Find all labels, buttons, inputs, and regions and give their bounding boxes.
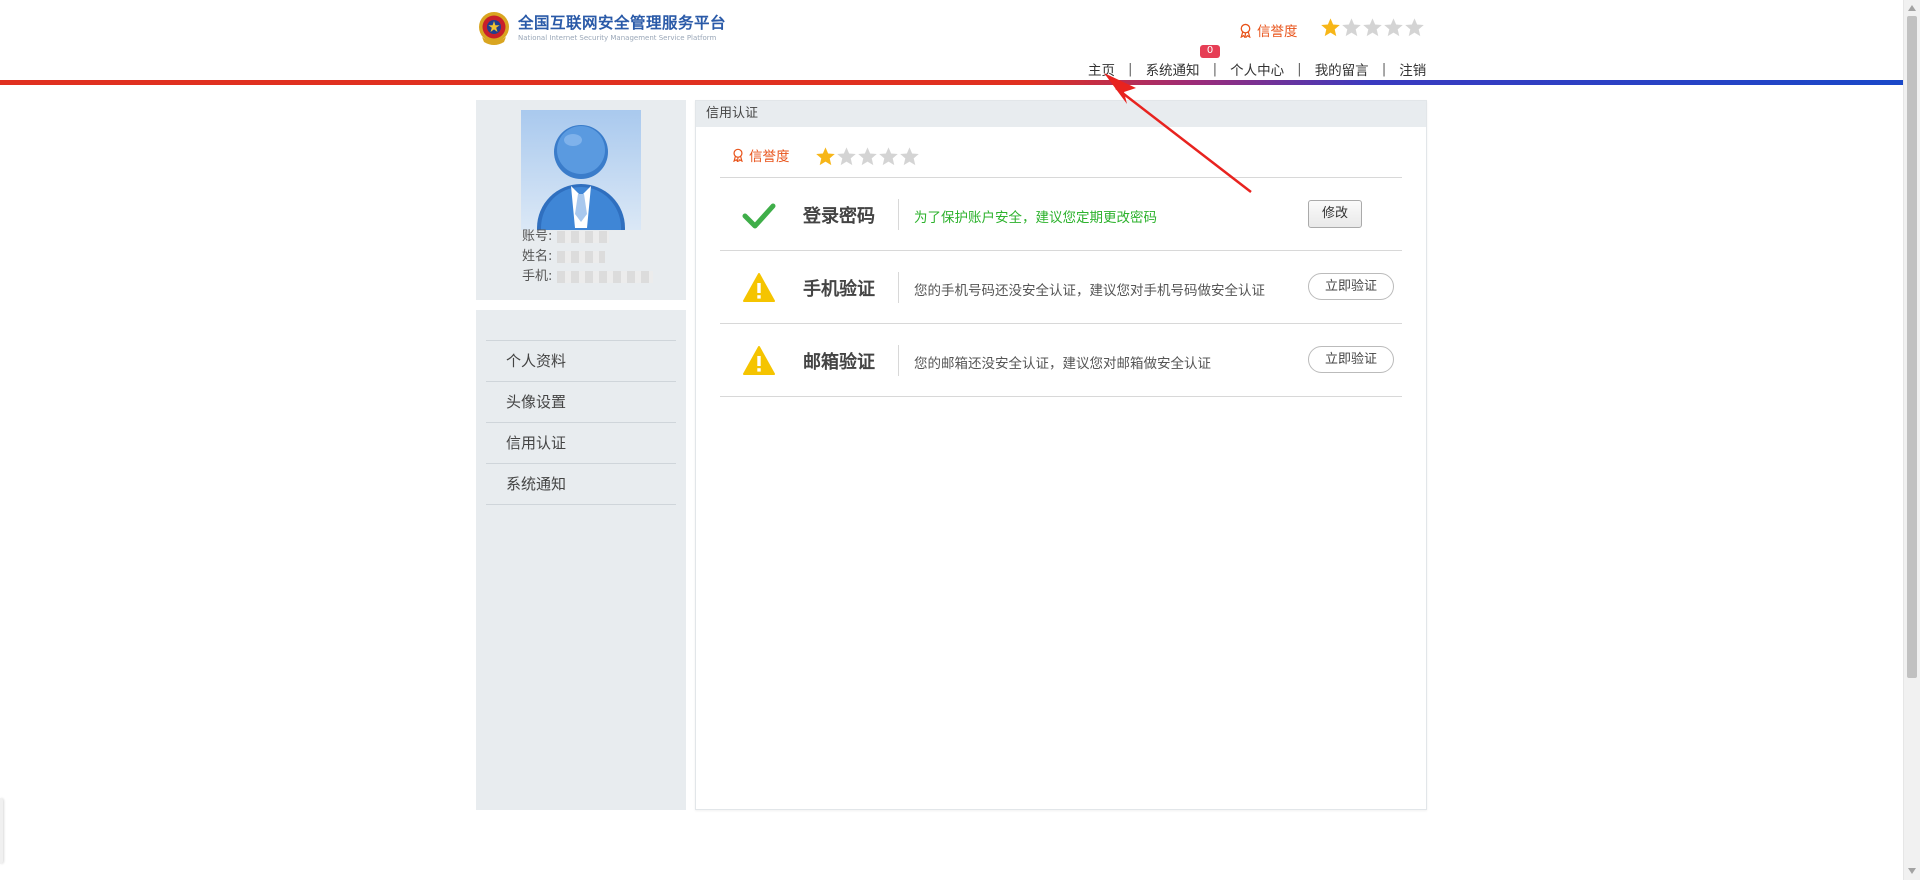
credit-label-text: 信誉度 [749,149,790,165]
header-color-bar [0,80,1903,85]
logo-title-en: National Internet Security Management Se… [518,34,717,42]
nav-separator: | [1212,61,1218,77]
page-scrollbar[interactable] [1903,0,1920,880]
logo-title-cn: 全国互联网安全管理服务平台 [518,14,727,32]
phone-label: 手机: [522,269,553,284]
nav-notifications-link[interactable]: 系统通知 [1146,59,1200,79]
award-ribbon-icon [733,148,743,162]
side-drawer-handle[interactable] [0,798,3,864]
row-divider [898,272,899,303]
modify-password-button[interactable]: 修改 [1308,200,1362,228]
name-label: 姓名: [522,249,553,264]
nav-user-center-link[interactable]: 个人中心 [1230,59,1284,79]
row-divider [898,199,899,230]
nav-separator: | [1297,61,1302,77]
security-title: 邮箱验证 [803,352,875,373]
credit-label-header: 信誉度 [1238,20,1298,40]
star-empty-icon [1363,18,1382,37]
security-title: 登录密码 [803,206,875,227]
nav-logout-link[interactable]: 注销 [1399,59,1426,79]
sidebar-menu: 个人资料 头像设置 信用认证 系统通知 [476,310,686,810]
account-row: 账号: [522,228,609,246]
security-description: 您的邮箱还没安全认证，建议您对邮箱做安全认证 [914,356,1211,372]
star-empty-icon [858,147,877,166]
nav-home-link[interactable]: 主页 [1088,59,1115,79]
profile-card: 账号: 姓名: 手机: [476,100,686,300]
user-avatar[interactable] [521,110,641,230]
scroll-thumb[interactable] [1907,16,1917,678]
star-empty-icon [879,147,898,166]
security-row-password: 登录密码 为了保护账户安全，建议您定期更改密码 修改 [720,178,1402,251]
name-row: 姓名: [522,248,605,266]
phone-value-redacted [556,270,653,283]
star-empty-icon [1405,18,1424,37]
credit-label-main: 信誉度 [731,145,790,165]
top-navigation: 主页 | 系统通知 | 个人中心 | 我的留言 | 注销 [1088,59,1426,79]
star-empty-icon [1384,18,1403,37]
nav-separator: | [1381,61,1387,77]
panel-title: 信用认证 [696,101,1426,127]
credit-stars-main [815,146,920,167]
warning-icon [743,273,775,302]
name-value-redacted [556,250,605,263]
warning-icon [743,346,775,375]
phone-row: 手机: [522,268,653,286]
award-ribbon-icon [1240,23,1251,38]
notification-count-badge: 0 [1200,45,1220,58]
nav-my-messages-link[interactable]: 我的留言 [1315,59,1369,79]
account-value-redacted [556,230,609,243]
account-label: 账号: [522,229,553,244]
site-logo[interactable]: 全国互联网安全管理服务平台 National Internet Security… [476,10,726,46]
verify-email-button[interactable]: 立即验证 [1308,346,1394,373]
security-list: 登录密码 为了保护账户安全，建议您定期更改密码 修改 手机验证 您的手机号码还没… [720,177,1402,397]
security-description: 您的手机号码还没安全认证，建议您对手机号码做安全认证 [914,283,1265,299]
security-title: 手机验证 [803,279,875,300]
sidebar-item-notifications[interactable]: 系统通知 [486,464,676,505]
credit-stars-header [1320,17,1425,38]
sidebar-item-credit-auth[interactable]: 信用认证 [486,423,676,464]
star-empty-icon [900,147,919,166]
credit-auth-panel: 信用认证 信誉度 登录密码 为了保护账户安全，建议您定期更改密码 修改 手机验证… [695,100,1427,810]
nav-separator: | [1128,61,1133,77]
security-row-phone: 手机验证 您的手机号码还没安全认证，建议您对手机号码做安全认证 立即验证 [720,251,1402,324]
scroll-down-arrow-icon[interactable] [1908,868,1916,874]
site-header: 全国互联网安全管理服务平台 National Internet Security… [0,0,1903,86]
star-filled-icon [1321,18,1340,37]
credit-label-text: 信誉度 [1257,24,1298,40]
scroll-up-arrow-icon[interactable] [1908,5,1916,11]
security-row-email: 邮箱验证 您的邮箱还没安全认证，建议您对邮箱做安全认证 立即验证 [720,324,1402,397]
police-emblem-icon [479,12,509,45]
star-empty-icon [837,147,856,166]
security-description: 为了保护账户安全，建议您定期更改密码 [914,210,1157,226]
checkmark-icon [742,203,776,229]
verify-phone-button[interactable]: 立即验证 [1308,273,1394,300]
default-user-icon [537,125,625,230]
row-divider [898,345,899,376]
star-empty-icon [1342,18,1361,37]
sidebar-item-avatar-settings[interactable]: 头像设置 [486,382,676,423]
star-filled-icon [816,147,835,166]
sidebar-item-profile[interactable]: 个人资料 [486,341,676,382]
